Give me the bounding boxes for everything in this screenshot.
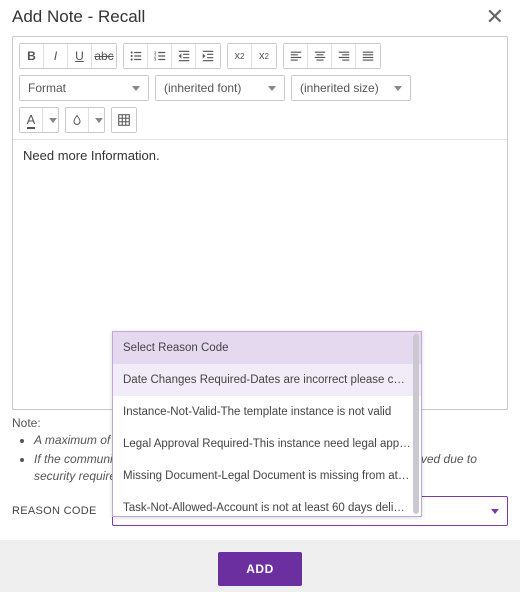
outdent-button[interactable]	[172, 44, 196, 68]
dropdown-option[interactable]: Missing Document-Legal Document is missi…	[113, 460, 421, 492]
list-indent-group: 123	[123, 43, 221, 69]
toolbar-row-3: A	[13, 107, 507, 139]
italic-button[interactable]: I	[44, 44, 68, 68]
toolbar-row-2: Format (inherited font) (inherited size)	[13, 75, 507, 107]
reason-code-label: REASON CODE	[12, 505, 112, 517]
script-group: x2 x2	[227, 43, 277, 69]
modal-header: Add Note - Recall ✕	[0, 0, 520, 32]
dropdown-option[interactable]: Select Reason Code	[113, 332, 421, 364]
text-color-icon: A	[20, 112, 42, 129]
strikethrough-button[interactable]: abc	[92, 44, 116, 68]
bold-button[interactable]: B	[20, 44, 44, 68]
align-left-button[interactable]	[284, 44, 308, 68]
chevron-down-icon	[394, 86, 402, 91]
indent-button[interactable]	[196, 44, 220, 68]
underline-button[interactable]: U	[68, 44, 92, 68]
superscript-button[interactable]: x2	[252, 44, 276, 68]
subscript-button[interactable]: x2	[228, 44, 252, 68]
format-select-label: Format	[28, 81, 66, 95]
table-group	[111, 107, 137, 133]
align-group	[283, 43, 381, 69]
scrollbar[interactable]	[413, 334, 419, 514]
drop-icon	[66, 114, 88, 126]
align-justify-button[interactable]	[356, 44, 380, 68]
chevron-down-icon	[95, 118, 103, 123]
chevron-down-icon	[268, 86, 276, 91]
add-button[interactable]: ADD	[218, 552, 302, 586]
align-right-button[interactable]	[332, 44, 356, 68]
format-select[interactable]: Format	[19, 75, 149, 101]
text-color-button[interactable]: A	[19, 107, 59, 133]
chevron-down-icon	[491, 509, 499, 514]
toolbar-row-1: B I U abc 123 x2	[13, 37, 507, 75]
insert-table-button[interactable]	[112, 108, 136, 132]
chevron-down-icon	[132, 86, 140, 91]
ordered-list-button[interactable]: 123	[148, 44, 172, 68]
dropdown-option[interactable]: Task-Not-Allowed-Account is not at least…	[113, 492, 421, 516]
modal-title: Add Note - Recall	[12, 7, 145, 27]
bullet-list-button[interactable]	[124, 44, 148, 68]
close-icon[interactable]: ✕	[482, 6, 508, 28]
reason-code-dropdown: Select Reason Code Date Changes Required…	[112, 331, 422, 517]
text-style-group: B I U abc	[19, 43, 117, 69]
modal-footer: ADD	[0, 540, 520, 592]
font-select-label: (inherited font)	[164, 81, 241, 95]
modal-add-note: Add Note - Recall ✕ B I U abc 123	[0, 0, 520, 592]
svg-text:3: 3	[153, 57, 156, 62]
dropdown-option[interactable]: Instance-Not-Valid-The template instance…	[113, 396, 421, 428]
dropdown-option[interactable]: Legal Approval Required-This instance ne…	[113, 428, 421, 460]
font-select[interactable]: (inherited font)	[155, 75, 285, 101]
highlight-color-button[interactable]	[65, 107, 105, 133]
dropdown-option[interactable]: Date Changes Required-Dates are incorrec…	[113, 364, 421, 396]
size-select-label: (inherited size)	[300, 81, 379, 95]
align-center-button[interactable]	[308, 44, 332, 68]
chevron-down-icon	[49, 118, 57, 123]
size-select[interactable]: (inherited size)	[291, 75, 411, 101]
